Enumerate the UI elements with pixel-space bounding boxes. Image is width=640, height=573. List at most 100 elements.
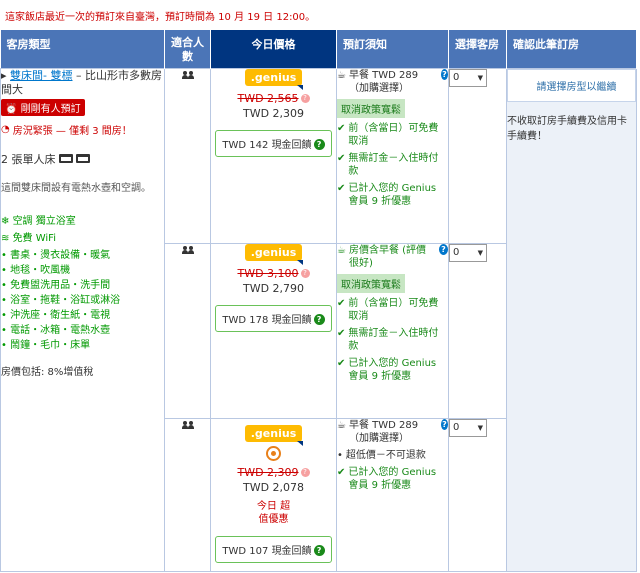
meal-info: ☕ 房價含早餐 (評價很好)?: [337, 243, 448, 270]
facility-line: • 沖洗座・衛生紙・電視: [1, 309, 111, 321]
original-price: TWD 2,565?: [211, 92, 336, 105]
discounted-price: TWD 2,790: [242, 281, 305, 295]
meal-info: ☕ 早餐 TWD 289 （加購選擇）?: [337, 68, 448, 94]
check-icon: ✔: [337, 152, 346, 164]
info-icon[interactable]: ?: [300, 269, 310, 278]
confirm-cell: 請選擇房型以繼續 不收取訂房手續費及信用卡手續費！: [506, 67, 637, 572]
two-people-icon: [182, 70, 194, 79]
policy-item: ✔ 前（含當日）可免費取消: [337, 122, 439, 147]
discounted-price: TWD 2,309: [242, 106, 305, 120]
single-bed-icon: [75, 154, 90, 163]
facility-line: • 書桌・燙衣設備・暖氣: [1, 249, 111, 261]
genius-badge: .genius: [244, 424, 303, 446]
coffee-cup-icon: ☕: [337, 419, 346, 431]
cashback-box: TWD 107 現金回饋?: [215, 535, 332, 563]
policy-item: ✔ 前（含當日）可免費取消: [337, 297, 439, 322]
header-select-rooms: 選擇客房: [448, 30, 507, 68]
bullet-icon: •: [337, 449, 343, 461]
check-icon: ✔: [337, 466, 346, 478]
help-icon[interactable]: ?: [313, 139, 325, 150]
room-quantity-select[interactable]: 0 ▼: [449, 243, 487, 262]
alarm-clock-icon: ⏰: [5, 103, 21, 115]
facility-line: • 電話・冰箱・電熱水壺: [1, 324, 111, 336]
occupancy-cell: [164, 67, 211, 244]
original-price: TWD 2,309?: [211, 466, 336, 479]
table-header-row: 客房類型 適合人數 今日價格 預訂須知 選擇客房 確認此筆訂房: [0, 30, 637, 68]
policy-cell: ☕ 早餐 TWD 289 （加購選擇）? • 超低價－不可退款 ✔ 已計入您的 Gen…: [336, 417, 449, 572]
select-cell: 0 ▼: [448, 67, 507, 244]
facility-line: • 免費盥洗用品・洗手間: [1, 279, 111, 291]
policy-item: ✔ 已計入您的 Genius 會員 9 折優惠: [337, 182, 437, 207]
help-icon[interactable]: ?: [313, 314, 325, 325]
policy-item: ✔ 無需訂金－入住時付款: [337, 152, 439, 177]
wifi-facility: ≋ 免費 WiFi: [1, 232, 56, 244]
just-booked-badge: ⏰ 剛剛有人預訂: [1, 98, 85, 116]
check-icon: ✔: [337, 122, 346, 134]
room-quantity-select[interactable]: 0 ▼: [449, 68, 487, 87]
header-policies: 預訂須知: [336, 30, 449, 68]
policy-item: ✔ 已計入您的 Genius 會員 9 折優惠: [337, 466, 437, 491]
header-confirm: 確認此筆訂房: [506, 30, 637, 68]
price-cell: .genius TWD 2,309? TWD 2,078 今日 超值優惠 TWD…: [210, 417, 337, 572]
flexible-cancel-badge: 取消政策寬鬆: [337, 98, 405, 118]
room-table: 客房類型 適合人數 今日價格 預訂須知 選擇客房 確認此筆訂房 ▸ 雙床間- 雙…: [0, 30, 637, 572]
occupancy-cell: [164, 242, 211, 419]
help-icon[interactable]: ?: [313, 545, 325, 556]
header-people: 適合人數: [164, 30, 211, 68]
facility-line: • 鬧鐘・毛巾・床單: [1, 339, 91, 351]
select-room-to-continue-button[interactable]: 請選擇房型以繼續: [507, 68, 636, 102]
table-row: ▸ 雙床間- 雙標 – 比山形市多數房間大 ⏰ 剛剛有人預訂 ◔ 房況緊張 — 僅…: [0, 67, 637, 572]
genius-badge: .genius: [244, 68, 303, 90]
policy-cell: ☕ 房價含早餐 (評價很好)? 取消政策寬鬆 ✔ 前（含當日）可免費取消 ✔ 無需訂金…: [336, 242, 449, 419]
recent-booking-notice: 這家飯店最近一次的預訂來自臺灣，預訂時間為 10 月 19 日 12:00。: [5, 12, 316, 23]
select-cell: 0 ▼: [448, 242, 507, 419]
discounted-price: TWD 2,078: [242, 480, 305, 494]
room-arrow-icon: ▸: [1, 68, 11, 82]
header-today-price: 今日價格: [210, 30, 337, 68]
today-deal-label: 今日 超值優惠: [256, 500, 291, 525]
scarcity-message: ◔ 房況緊張 — 僅剩 3 間房！: [1, 123, 132, 137]
snowflake-icon: ❄: [1, 215, 13, 227]
price-cell: .genius TWD 2,565? TWD 2,309 TWD 142 現金回…: [210, 67, 337, 244]
help-icon[interactable]: ?: [438, 243, 448, 255]
room-quantity-select[interactable]: 0 ▼: [449, 418, 487, 437]
coffee-cup-icon: ☕: [337, 69, 346, 81]
room-name: ▸ 雙床間- 雙標 – 比山形市多數房間大: [1, 68, 162, 96]
chevron-down-icon: ▼: [477, 248, 483, 257]
check-icon: ✔: [337, 327, 346, 339]
check-icon: ✔: [337, 297, 346, 309]
policy-item: ✔ 已計入您的 Genius 會員 9 折優惠: [337, 357, 437, 382]
coffee-cup-icon: ☕: [337, 244, 346, 256]
price-cell: .genius TWD 3,100? TWD 2,790 TWD 178 現金回…: [210, 242, 337, 419]
policy-cell: ☕ 早餐 TWD 289 （加購選擇）? 取消政策寬鬆 ✔ 前（含當日）可免費取消 …: [336, 67, 449, 244]
bed-info: 2 張單人床: [1, 151, 164, 167]
help-icon[interactable]: ?: [440, 68, 448, 80]
two-people-icon: [182, 245, 194, 254]
policy-item: • 超低價－不可退款: [337, 449, 426, 461]
single-bed-icon: [58, 154, 73, 163]
select-cell: 0 ▼: [448, 417, 507, 572]
facility-list: • 書桌・燙衣設備・暖氣 • 地毯・吹風機 • 免費盥洗用品・洗手間 • 浴室・…: [1, 248, 164, 353]
check-icon: ✔: [337, 182, 346, 194]
facility-line: • 地毯・吹風機: [1, 264, 71, 276]
meal-info: ☕ 早餐 TWD 289 （加購選擇）?: [337, 418, 448, 444]
help-icon[interactable]: ?: [440, 418, 448, 430]
chevron-down-icon: ▼: [477, 423, 483, 432]
price-includes: 房價包括: 8%增值稅: [1, 366, 94, 378]
genius-badge: .genius: [244, 243, 303, 265]
pie-clock-icon: ◔: [1, 123, 10, 135]
flexible-cancel-badge: 取消政策寬鬆: [337, 273, 405, 293]
bonus-badge-icon: [266, 445, 281, 461]
cashback-box: TWD 178 現金回饋?: [215, 304, 332, 332]
room-name-link[interactable]: 雙床間- 雙標: [10, 69, 72, 82]
room-info-cell: ▸ 雙床間- 雙標 – 比山形市多數房間大 ⏰ 剛剛有人預訂 ◔ 房況緊張 — 僅…: [0, 67, 165, 572]
no-fee-note: 不收取訂房手續費及信用卡手續費！: [507, 115, 627, 142]
info-icon[interactable]: ?: [300, 468, 310, 477]
two-people-icon: [182, 420, 194, 429]
cashback-box: TWD 142 現金回饋?: [215, 129, 332, 157]
info-icon[interactable]: ?: [300, 94, 310, 103]
room-description: 這間雙床間設有電熱水壺和空調。: [1, 182, 151, 194]
facilities-highlight: ❄ 空調 獨立浴室: [1, 215, 76, 227]
wifi-icon: ≋: [1, 232, 13, 244]
chevron-down-icon: ▼: [477, 73, 483, 82]
